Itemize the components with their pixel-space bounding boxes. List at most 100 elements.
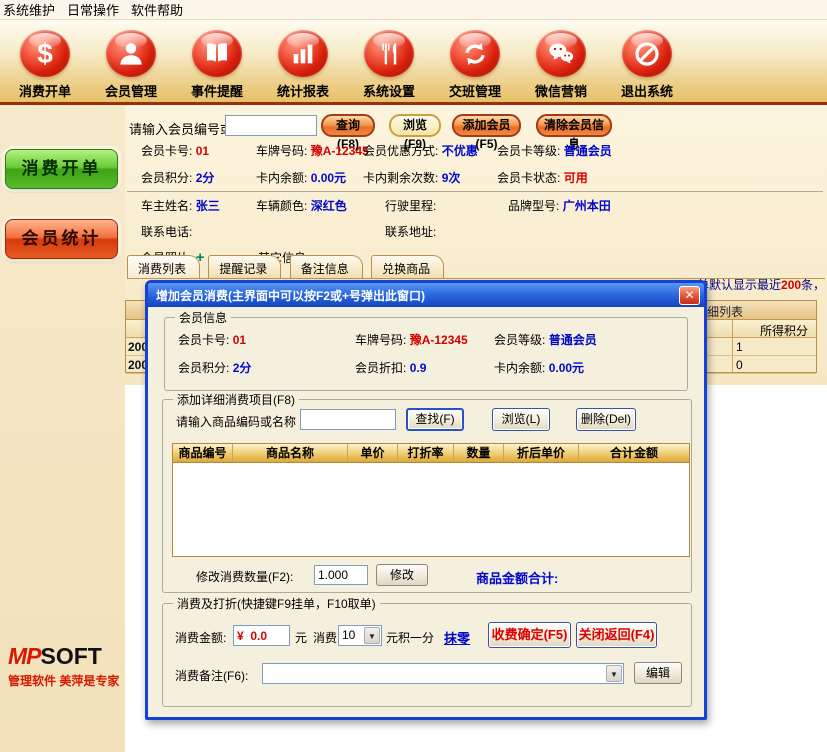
qty-input[interactable]	[314, 565, 368, 585]
refresh-arrows-icon	[450, 30, 500, 77]
col-product-name: 商品名称	[233, 444, 348, 462]
no-entry-icon	[622, 30, 672, 77]
add-consume-dialog: 增加会员消费(主界面中可以按F2或+号弹出此窗口) ✕ 会员信息 会员卡号: 0…	[145, 280, 707, 720]
confirm-charge-button[interactable]: 收费确定(F5)	[488, 622, 571, 648]
product-table: 商品编号 商品名称 单价 打折率 数量 折后单价 合计金额	[172, 443, 690, 557]
dialog-pay-group: 消费及打折(快捷键F9挂单，F10取单)	[162, 603, 692, 707]
browse-items-button[interactable]: 浏览(L)	[492, 408, 550, 431]
col-unit-price: 单价	[348, 444, 398, 462]
close-return-button[interactable]: 关闭返回(F4)	[576, 622, 657, 648]
points-prefix-label: 消费	[313, 629, 337, 646]
member-icon	[106, 30, 156, 77]
consume-note-combo[interactable]: ▼	[262, 663, 624, 684]
toolbar-shift-button[interactable]: 交班管理	[432, 20, 518, 100]
app-window: 系统维护 日常操作 软件帮助 $ 消费开单 会员管理 事件提醒 统计报表	[0, 0, 827, 752]
tab-reminder-records[interactable]: 提醒记录	[208, 255, 281, 278]
tab-remarks[interactable]: 备注信息	[290, 255, 363, 278]
dlg-card-no: 会员卡号: 01	[178, 331, 246, 348]
member-owner: 车主姓名: 张三	[141, 197, 220, 214]
query-button[interactable]: 查询(F8)	[321, 114, 375, 137]
member-address: 联系地址:	[385, 223, 436, 240]
menu-help[interactable]: 软件帮助	[128, 0, 192, 21]
toolbar-members-button[interactable]: 会员管理	[88, 20, 174, 100]
col-quantity: 数量	[454, 444, 504, 462]
round-off-link[interactable]: 抹零	[444, 628, 470, 647]
member-times-left: 卡内剩余次数: 9次	[363, 169, 460, 186]
logo-soft: SOFT	[41, 643, 102, 669]
add-member-button[interactable]: 添加会员(F5)	[452, 114, 521, 137]
menu-system-maintain[interactable]: 系统维护	[0, 0, 64, 21]
amount-input[interactable]	[233, 625, 290, 646]
member-discount-mode: 会员优惠方式: 不优惠	[363, 142, 478, 159]
modify-button[interactable]: 修改	[376, 564, 428, 586]
toolbar-label: 消费开单	[19, 81, 71, 100]
logo-tagline: 管理软件 美萍是专家	[8, 672, 125, 689]
toolbar-label: 交班管理	[449, 81, 501, 100]
dlg-level: 会员等级: 普通会员	[494, 331, 597, 348]
product-table-header: 商品编号 商品名称 单价 打折率 数量 折后单价 合计金额	[173, 444, 689, 463]
points-rate-value: 10	[342, 628, 355, 642]
col-total-amount: 合计金额	[579, 444, 689, 462]
dlg-balance: 卡内余额: 0.00元	[494, 359, 584, 376]
group-title: 会员信息	[175, 309, 231, 326]
find-button[interactable]: 查找(F)	[406, 408, 464, 431]
chevron-down-icon[interactable]: ▼	[364, 627, 380, 644]
product-search-label: 请输入商品编码或名称	[176, 413, 296, 430]
points-column-header: 所得积分	[760, 322, 808, 339]
toolbar-label: 会员管理	[105, 81, 157, 100]
member-card-status: 会员卡状态: 可用	[497, 169, 588, 186]
divider	[127, 191, 823, 192]
toolbar-label: 统计报表	[277, 81, 329, 100]
dialog-title: 增加会员消费(主界面中可以按F2或+号弹出此窗口)	[156, 287, 679, 304]
member-plate: 车牌号码: 豫A-12345	[256, 142, 369, 159]
clear-member-button[interactable]: 清除会员信息	[536, 114, 612, 137]
group-title: 消费及打折(快捷键F9挂单，F10取单)	[173, 595, 380, 612]
tab-consume-list[interactable]: 消费列表	[127, 255, 200, 278]
records-bar-text: 细列表	[707, 303, 743, 320]
utensils-icon	[364, 30, 414, 77]
member-search-input[interactable]	[225, 115, 317, 136]
toolbar-settings-button[interactable]: 系统设置	[346, 20, 432, 100]
toolbar-exit-button[interactable]: 退出系统	[604, 20, 690, 100]
dlg-points: 会员积分: 2分	[178, 359, 251, 376]
sidebar-billing-button[interactable]: 消费开单	[5, 149, 118, 189]
edit-note-button[interactable]: 编辑	[634, 662, 682, 684]
toolbar-reports-button[interactable]: 统计报表	[260, 20, 346, 100]
amount-label: 消费金额:	[175, 629, 226, 646]
toolbar-label: 系统设置	[363, 81, 415, 100]
member-card-no: 会员卡号: 01	[141, 142, 209, 159]
menu-daily-ops[interactable]: 日常操作	[64, 0, 128, 21]
toolbar-wechat-button[interactable]: 微信营销	[518, 20, 604, 100]
toolbar-label: 退出系统	[621, 81, 673, 100]
close-icon[interactable]: ✕	[679, 286, 700, 305]
toolbar-label: 事件提醒	[191, 81, 243, 100]
sidebar-stats-button[interactable]: 会员统计	[5, 219, 118, 259]
mpsoft-logo: MPSOFT 管理软件 美萍是专家	[8, 643, 125, 689]
member-points: 会员积分: 2分	[141, 169, 214, 186]
member-phone: 联系电话:	[141, 223, 192, 240]
row-points: 0	[736, 358, 743, 372]
dialog-title-bar[interactable]: 增加会员消费(主界面中可以按F2或+号弹出此窗口) ✕	[148, 283, 704, 307]
toolbar-reminder-button[interactable]: 事件提醒	[174, 20, 260, 100]
member-brand: 品牌型号: 广州本田	[508, 197, 611, 214]
qty-label: 修改消费数量(F2):	[196, 568, 293, 585]
wechat-icon	[536, 30, 586, 77]
dialog-body: 会员信息 会员卡号: 01 车牌号码: 豫A-12345 会员等级: 普通会员 …	[148, 307, 704, 717]
reminder-book-icon	[192, 30, 242, 77]
member-card-level: 会员卡等级: 普通会员	[497, 142, 612, 159]
toolbar-billing-button[interactable]: $ 消费开单	[2, 20, 88, 100]
points-rate-select[interactable]: 10 ▼	[338, 625, 382, 646]
dollar-icon: $	[20, 30, 70, 77]
member-balance: 卡内余额: 0.00元	[256, 169, 346, 186]
menu-bar: 系统维护 日常操作 软件帮助	[0, 0, 827, 20]
member-mileage: 行驶里程:	[385, 197, 436, 214]
product-search-input[interactable]	[300, 409, 396, 430]
browse-button[interactable]: 浏览(F9)	[389, 114, 441, 137]
dlg-discount: 会员折扣: 0.9	[355, 359, 426, 376]
delete-item-button[interactable]: 删除(Del)	[576, 408, 636, 431]
tab-exchange-goods[interactable]: 兑换商品	[371, 255, 444, 278]
col-discount-rate: 打折率	[398, 444, 454, 462]
chevron-down-icon[interactable]: ▼	[606, 665, 622, 682]
group-title: 添加详细消费项目(F8)	[173, 391, 299, 408]
points-suffix-label: 元积一分	[386, 629, 434, 646]
